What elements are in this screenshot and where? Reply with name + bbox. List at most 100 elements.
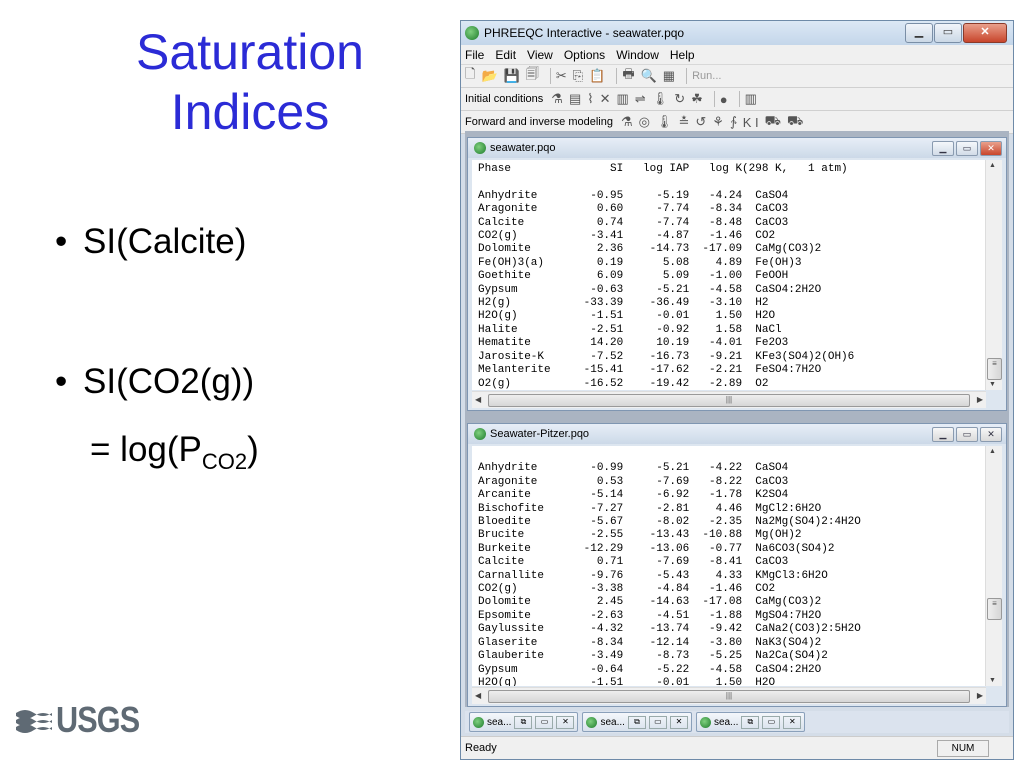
maximize-icon[interactable]: ▭ [648, 715, 667, 729]
maximize-icon[interactable]: ▭ [762, 715, 781, 729]
vertical-scrollbar[interactable]: ▲ ≡ ▼ [985, 446, 1002, 686]
save-icon[interactable]: 💾 [504, 68, 520, 84]
scroll-down-icon[interactable]: ▼ [989, 677, 996, 684]
bullet-si-calcite: • SI(Calcite) [55, 222, 246, 262]
child-minimize-button[interactable]: ▁ [932, 141, 954, 156]
kinetics-icon[interactable]: ↺ [695, 114, 706, 130]
minimized-window-2[interactable]: sea... ⧉ ▭ ✕ [582, 712, 692, 732]
dot-icon[interactable]: ● [720, 92, 728, 107]
horizontal-scrollbar[interactable]: ◀ ||| ▶ [472, 687, 986, 704]
output-row: Epsomite -2.63 -4.51 -1.88 MgSO4:7H2O [478, 609, 822, 622]
copy-icon[interactable]: ⎘ [573, 68, 583, 84]
child-minimize-button[interactable]: ▁ [932, 427, 954, 442]
temperature-icon[interactable]: 🌡 [656, 114, 673, 130]
usgs-logo: USGS [16, 699, 154, 740]
menu-options[interactable]: Options [564, 48, 605, 62]
scroll-down-icon[interactable]: ▼ [989, 381, 996, 388]
output-row: Jarosite-K -7.52 -16.73 -9.21 KFe3(SO4)2… [478, 350, 855, 363]
user-print-icon[interactable]: ⛟ [787, 113, 803, 131]
grid-icon[interactable]: ▤ [569, 91, 581, 107]
scroll-thumb[interactable]: ≡ [987, 358, 1002, 380]
open-folder-icon[interactable]: 📂 [481, 68, 497, 84]
app-titlebar[interactable]: PHREEQC Interactive - seawater.pqo ▁ ▭ ✕ [461, 21, 1013, 45]
minimized-window-3[interactable]: sea... ⧉ ▭ ✕ [695, 712, 806, 732]
scroll-thumb[interactable]: ≡ [987, 598, 1002, 620]
output-row: Hematite 14.20 10.19 -4.01 Fe2O3 [478, 337, 789, 350]
scroll-up-icon[interactable]: ▲ [989, 448, 996, 455]
exchange-icon[interactable]: ⇌ [635, 91, 646, 107]
table-icon[interactable]: ▥ [617, 91, 629, 107]
toolbar-standard: 🗋 📂 💾 🗐 ✂ ⎘ 📋 🖶 🔍 ▦ Run... [461, 65, 1013, 88]
gas-icon[interactable]: ◎ [639, 114, 650, 130]
close-icon[interactable]: ✕ [783, 715, 802, 729]
close-icon[interactable]: ✕ [669, 715, 688, 729]
close-icon[interactable]: ✕ [556, 715, 575, 729]
child-titlebar[interactable]: seawater.pqo ▁ ▭ ✕ [468, 138, 1006, 158]
child-maximize-button[interactable]: ▭ [956, 141, 978, 156]
save-all-icon[interactable]: 🗐 [526, 65, 539, 87]
scroll-left-icon[interactable]: ◀ [475, 691, 481, 700]
paste-icon[interactable]: 📋 [589, 68, 605, 84]
tube-icon[interactable]: ⌇ [587, 91, 593, 107]
maximize-icon[interactable]: ▭ [535, 715, 554, 729]
maximize-button[interactable]: ▭ [934, 23, 962, 43]
print-preview-icon[interactable]: 🔍 [641, 68, 657, 84]
app-icon [465, 26, 479, 40]
scroll-right-icon[interactable]: ▶ [977, 395, 983, 404]
output-row: Dolomite 2.36 -14.73 -17.09 CaMg(CO3)2 [478, 243, 822, 256]
reaction-icon[interactable]: ↻ [674, 91, 685, 107]
advection-icon[interactable]: ⛟ [765, 113, 781, 131]
child-close-button[interactable]: ✕ [980, 141, 1002, 156]
restore-icon[interactable]: ⧉ [514, 715, 533, 729]
thermometer-icon[interactable]: 🌡 [652, 91, 669, 107]
output-row: Gaylussite -4.32 -13.74 -9.42 CaNa2(CO3)… [478, 623, 861, 636]
menu-edit[interactable]: Edit [495, 48, 516, 62]
equilibrium-icon[interactable]: ≛ [678, 114, 689, 130]
output-row: CO2(g) -3.41 -4.87 -1.46 CO2 [478, 230, 776, 243]
scroll-left-icon[interactable]: ◀ [475, 395, 481, 404]
child-close-button[interactable]: ✕ [980, 427, 1002, 442]
new-file-icon[interactable]: 🗋 [465, 65, 475, 87]
cut-icon[interactable]: ✂ [556, 68, 567, 84]
surface-icon[interactable]: ☘ [691, 91, 703, 107]
slide-title-line1: Saturation [136, 24, 364, 80]
minimize-button[interactable]: ▁ [905, 23, 933, 43]
mix-icon[interactable]: ⚗ [621, 114, 633, 130]
menu-window[interactable]: Window [616, 48, 659, 62]
output-row: Aragonite 0.53 -7.69 -8.22 CaCO3 [478, 475, 789, 488]
child-titlebar[interactable]: Seawater-Pitzer.pqo ▁ ▭ ✕ [468, 424, 1006, 444]
child-maximize-button[interactable]: ▭ [956, 427, 978, 442]
scroll-up-icon[interactable]: ▲ [989, 162, 996, 169]
output-row: Anhydrite -0.95 -5.19 -4.24 CaSO4 [478, 189, 789, 202]
menu-help[interactable]: Help [670, 48, 695, 62]
menu-view[interactable]: View [527, 48, 553, 62]
close-button[interactable]: ✕ [963, 23, 1007, 43]
h-scroll-thumb[interactable]: ||| [488, 690, 970, 703]
menu-bar: File Edit View Options Window Help [461, 45, 1013, 65]
flask-icon[interactable]: ⚗ [551, 91, 563, 107]
output-row: Brucite -2.55 -13.43 -10.88 Mg(OH)2 [478, 529, 802, 542]
output-row: Fe(OH)3(a) 0.19 5.08 4.89 Fe(OH)3 [478, 256, 802, 269]
bullet-text: SI(CO2(g)) [83, 362, 255, 401]
cross-icon[interactable]: ✕ [600, 91, 611, 107]
menu-file[interactable]: File [465, 48, 484, 62]
restore-icon[interactable]: ⧉ [741, 715, 760, 729]
calculator-icon[interactable]: ▦ [663, 68, 675, 84]
mdi-area: seawater.pqo ▁ ▭ ✕ Phase SI log IAP log … [465, 131, 1009, 707]
h-scroll-thumb[interactable]: ||| [488, 394, 970, 407]
restore-icon[interactable]: ⧉ [627, 715, 646, 729]
chart-icon[interactable]: ▥ [745, 91, 757, 107]
output-row: Bloedite -5.67 -8.02 -2.35 Na2Mg(SO4)2:4… [478, 516, 861, 529]
vertical-scrollbar[interactable]: ▲ ≡ ▼ [985, 160, 1002, 390]
scroll-right-icon[interactable]: ▶ [977, 691, 983, 700]
inverse-icon[interactable]: ∱ [730, 114, 737, 130]
run-button[interactable]: Run... [692, 70, 721, 82]
output-text-area[interactable]: Phase SI log IAP log K(298 K, 1 atm) Anh… [472, 160, 986, 390]
transport-icon[interactable]: ⚘ [712, 114, 724, 130]
output-text-area[interactable]: Anhydrite -0.99 -5.21 -4.22 CaSO4 Aragoni… [472, 446, 986, 686]
output-row: O2(g) -16.52 -19.42 -2.89 O2 [478, 377, 769, 390]
letters-label[interactable]: K I [743, 115, 759, 130]
print-icon[interactable]: 🖶 [622, 65, 634, 87]
minimized-window-1[interactable]: sea... ⧉ ▭ ✕ [469, 712, 579, 732]
horizontal-scrollbar[interactable]: ◀ ||| ▶ [472, 391, 986, 408]
